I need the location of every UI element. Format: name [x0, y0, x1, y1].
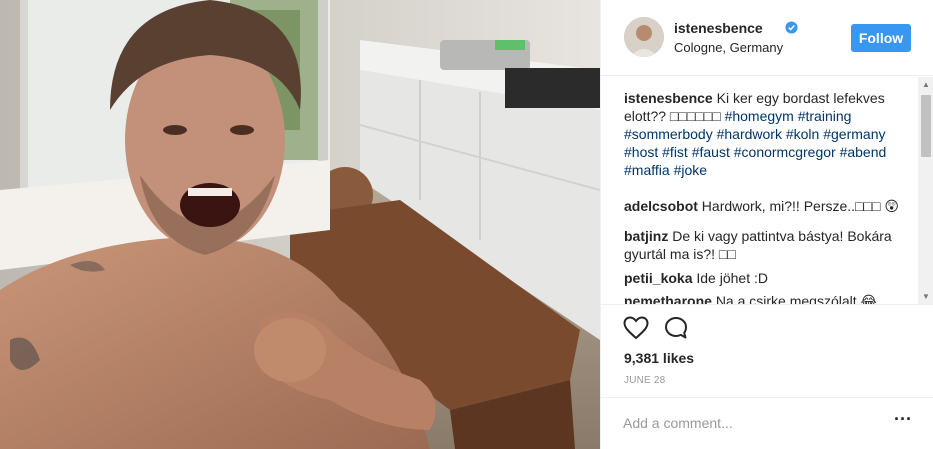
- avatar[interactable]: [624, 17, 664, 57]
- selfie-photo-illustration: [0, 0, 600, 449]
- post-actions: 9,381 likes JUNE 28: [601, 306, 933, 406]
- scroll-down-arrow-icon[interactable]: ▼: [918, 289, 933, 304]
- add-comment-section: ···: [601, 397, 933, 449]
- hashtag-link[interactable]: #koln: [786, 126, 819, 142]
- comment-username[interactable]: batjinz: [624, 228, 668, 244]
- post-header: istenesbence Cologne, Germany Follow: [601, 0, 933, 76]
- hashtag-link[interactable]: #sommerbody: [624, 126, 713, 142]
- hashtag-link[interactable]: #germany: [823, 126, 885, 142]
- hashtag-link[interactable]: #training: [798, 108, 852, 124]
- more-options-icon[interactable]: ···: [894, 410, 912, 433]
- scroll-up-arrow-icon[interactable]: ▲: [918, 77, 933, 93]
- comment-item: nemetharone Na a csirke megszólalt 😂: [624, 292, 914, 305]
- comment-bubble-icon[interactable]: [664, 316, 688, 340]
- caption: istenesbence Ki ker egy bordast lefekves…: [624, 89, 914, 179]
- comment-username[interactable]: adelcsobot: [624, 198, 698, 214]
- comment-text: Ide jöhet :D: [696, 270, 768, 286]
- heart-icon[interactable]: [623, 316, 649, 340]
- hashtag-link[interactable]: #faust: [692, 144, 730, 160]
- comments-scrollbar[interactable]: ▲ ▼: [918, 77, 933, 304]
- comment-username[interactable]: petii_koka: [624, 270, 692, 286]
- hashtag-link[interactable]: #fist: [662, 144, 688, 160]
- hashtag-link[interactable]: #maffia: [624, 162, 670, 178]
- likes-count[interactable]: 9,381 likes: [624, 350, 694, 366]
- instagram-post: istenesbence Cologne, Germany Follow ist…: [0, 0, 933, 449]
- hashtag-link[interactable]: #host: [624, 144, 658, 160]
- post-side-panel: istenesbence Cologne, Germany Follow ist…: [600, 0, 933, 449]
- comment-username[interactable]: nemetharone: [624, 293, 712, 304]
- hashtag-link[interactable]: #joke: [674, 162, 707, 178]
- verified-badge-icon: [785, 21, 798, 34]
- comment-text: Na a csirke megszólalt 😂: [715, 293, 877, 305]
- post-date[interactable]: JUNE 28: [624, 375, 665, 386]
- hashtag-link[interactable]: #homegym: [725, 108, 794, 124]
- hashtag-link[interactable]: #abend: [840, 144, 887, 160]
- follow-button[interactable]: Follow: [851, 24, 911, 52]
- hashtag-link[interactable]: #hardwork: [717, 126, 782, 142]
- comment-item: batjinz De ki vagy pattintva bástya! Bok…: [624, 227, 914, 263]
- avatar-image: [624, 17, 664, 57]
- caption-username[interactable]: istenesbence: [624, 90, 713, 106]
- post-photo[interactable]: [0, 0, 600, 449]
- comment-text: Hardwork, mi?!! Persze..□□□ 😲: [701, 198, 899, 214]
- scrollbar-thumb[interactable]: [921, 95, 931, 157]
- comments-list[interactable]: istenesbence Ki ker egy bordast lefekves…: [601, 77, 933, 305]
- comment-item: petii_koka Ide jöhet :D: [624, 269, 914, 287]
- post-location[interactable]: Cologne, Germany: [674, 40, 783, 55]
- post-author-username[interactable]: istenesbence: [674, 20, 763, 36]
- comment-item: adelcsobot Hardwork, mi?!! Persze..□□□ 😲: [624, 197, 914, 215]
- add-comment-input[interactable]: [623, 412, 883, 434]
- hashtag-link[interactable]: #conormcgregor: [734, 144, 836, 160]
